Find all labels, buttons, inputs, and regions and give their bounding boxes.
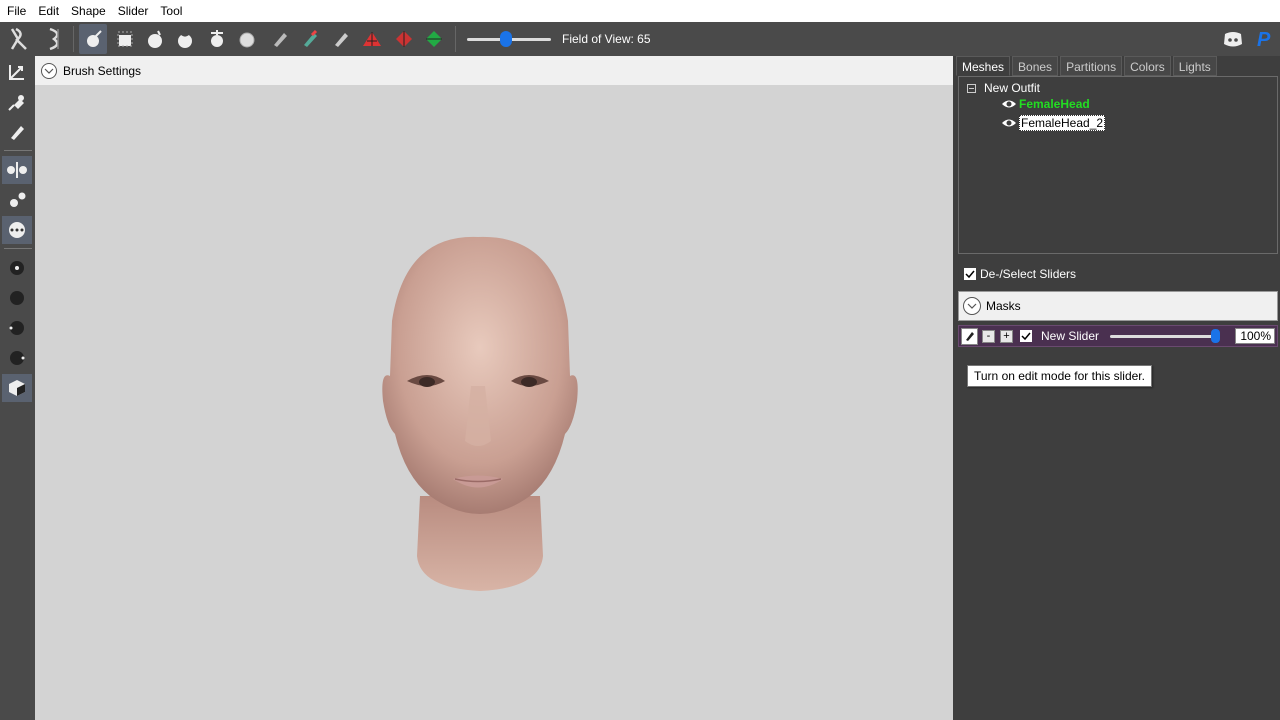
mesh-label: FemaleHead_2 [1019, 115, 1106, 131]
brush-settings-bar: Brush Settings [35, 56, 953, 85]
svg-text:P: P [1257, 29, 1271, 50]
global-brush-icon[interactable] [2, 216, 32, 244]
chevron-down-icon [967, 303, 977, 309]
masks-label: Masks [986, 299, 1021, 313]
mesh-label: FemaleHead [1019, 97, 1090, 111]
collapse-icon[interactable] [967, 83, 976, 93]
slider-thumb[interactable] [1211, 329, 1221, 343]
transform-icon[interactable] [2, 58, 32, 86]
deflate-brush-icon[interactable] [171, 24, 199, 54]
slider-minus-button[interactable]: - [982, 329, 995, 343]
show-nodes-icon[interactable] [2, 254, 32, 282]
head-model [382, 236, 578, 591]
mask-select-icon[interactable] [111, 24, 139, 54]
discord-icon[interactable] [1219, 24, 1247, 54]
left-toolbar [0, 56, 35, 720]
show-lighting-icon[interactable] [2, 344, 32, 372]
chevron-down-icon [44, 68, 54, 74]
split-edge-icon[interactable] [420, 24, 448, 54]
deselect-sliders-row[interactable]: De-/Select Sliders [958, 264, 1278, 284]
panel-tabs: Meshes Bones Partitions Colors Lights [956, 56, 1280, 76]
slider-value-field[interactable]: 100% [1235, 328, 1276, 344]
mesh-tree: New Outfit FemaleHead FemaleHead_2 [958, 76, 1278, 254]
menu-shape[interactable]: Shape [65, 0, 112, 22]
checkmark-icon [965, 270, 975, 279]
tree-item-femalehead[interactable]: FemaleHead [1001, 97, 1090, 111]
menu-edit[interactable]: Edit [32, 0, 65, 22]
tab-bones[interactable]: Bones [1012, 56, 1059, 76]
tab-lights[interactable]: Lights [1172, 56, 1217, 76]
slider-control[interactable] [1105, 328, 1229, 344]
tree-item-femalehead-2[interactable]: FemaleHead_2 [1001, 115, 1106, 131]
deselect-sliders-label: De-/Select Sliders [980, 267, 1077, 281]
slider-enable-checkbox[interactable] [1020, 330, 1032, 342]
masks-bar: Masks [958, 291, 1278, 321]
tree-root-label: New Outfit [984, 81, 1041, 95]
eye-icon[interactable] [1001, 98, 1017, 110]
show-bones-icon[interactable] [2, 284, 32, 312]
select-tool-icon[interactable] [79, 24, 107, 54]
weight-brush-icon[interactable] [266, 24, 294, 54]
flip-edge-icon[interactable] [390, 24, 418, 54]
smooth-brush-icon[interactable] [233, 24, 261, 54]
color-brush-icon[interactable] [296, 24, 324, 54]
menu-slider[interactable]: Slider [112, 0, 155, 22]
tab-partitions[interactable]: Partitions [1060, 56, 1123, 76]
checkmark-icon [1021, 332, 1031, 341]
paypal-icon[interactable]: P [1250, 24, 1278, 54]
connected-only-icon[interactable] [2, 186, 32, 214]
pencil-icon [965, 332, 974, 341]
pivot-icon[interactable] [2, 88, 32, 116]
menu-bar: File Edit Shape Slider Tool [0, 0, 1280, 22]
move-brush-icon[interactable] [203, 24, 231, 54]
fov-slider-thumb[interactable] [500, 31, 512, 47]
3d-viewport[interactable] [35, 56, 953, 720]
vertex-select-icon[interactable] [2, 118, 32, 146]
outfit-studio-icon[interactable] [3, 24, 31, 54]
tree-root[interactable]: New Outfit [967, 81, 1040, 95]
eye-icon[interactable] [1001, 117, 1017, 129]
show-wireframe-icon[interactable] [2, 314, 32, 342]
bodyslide-icon[interactable] [41, 24, 69, 54]
alpha-brush-icon[interactable] [327, 24, 355, 54]
slider-row: - + New Slider 100% [958, 325, 1278, 347]
menu-file[interactable]: File [0, 0, 32, 22]
inflate-brush-icon[interactable] [141, 24, 169, 54]
masks-toggle[interactable] [963, 297, 981, 315]
slider-plus-button[interactable]: + [1000, 329, 1013, 343]
tab-colors[interactable]: Colors [1124, 56, 1171, 76]
deselect-sliders-checkbox[interactable] [964, 268, 976, 280]
x-mirror-icon[interactable] [2, 156, 32, 184]
collapse-vertex-icon[interactable] [358, 24, 386, 54]
fov-label: Field of View: 65 [562, 32, 651, 46]
brush-settings-label: Brush Settings [63, 63, 142, 78]
tab-meshes[interactable]: Meshes [956, 56, 1011, 76]
tooltip: Turn on edit mode for this slider. [967, 365, 1152, 387]
slider-name: New Slider [1041, 329, 1100, 343]
edit-slider-button[interactable] [961, 327, 978, 345]
show-textures-icon[interactable] [2, 374, 32, 402]
brush-settings-toggle[interactable] [41, 62, 57, 79]
menu-tool[interactable]: Tool [154, 0, 188, 22]
